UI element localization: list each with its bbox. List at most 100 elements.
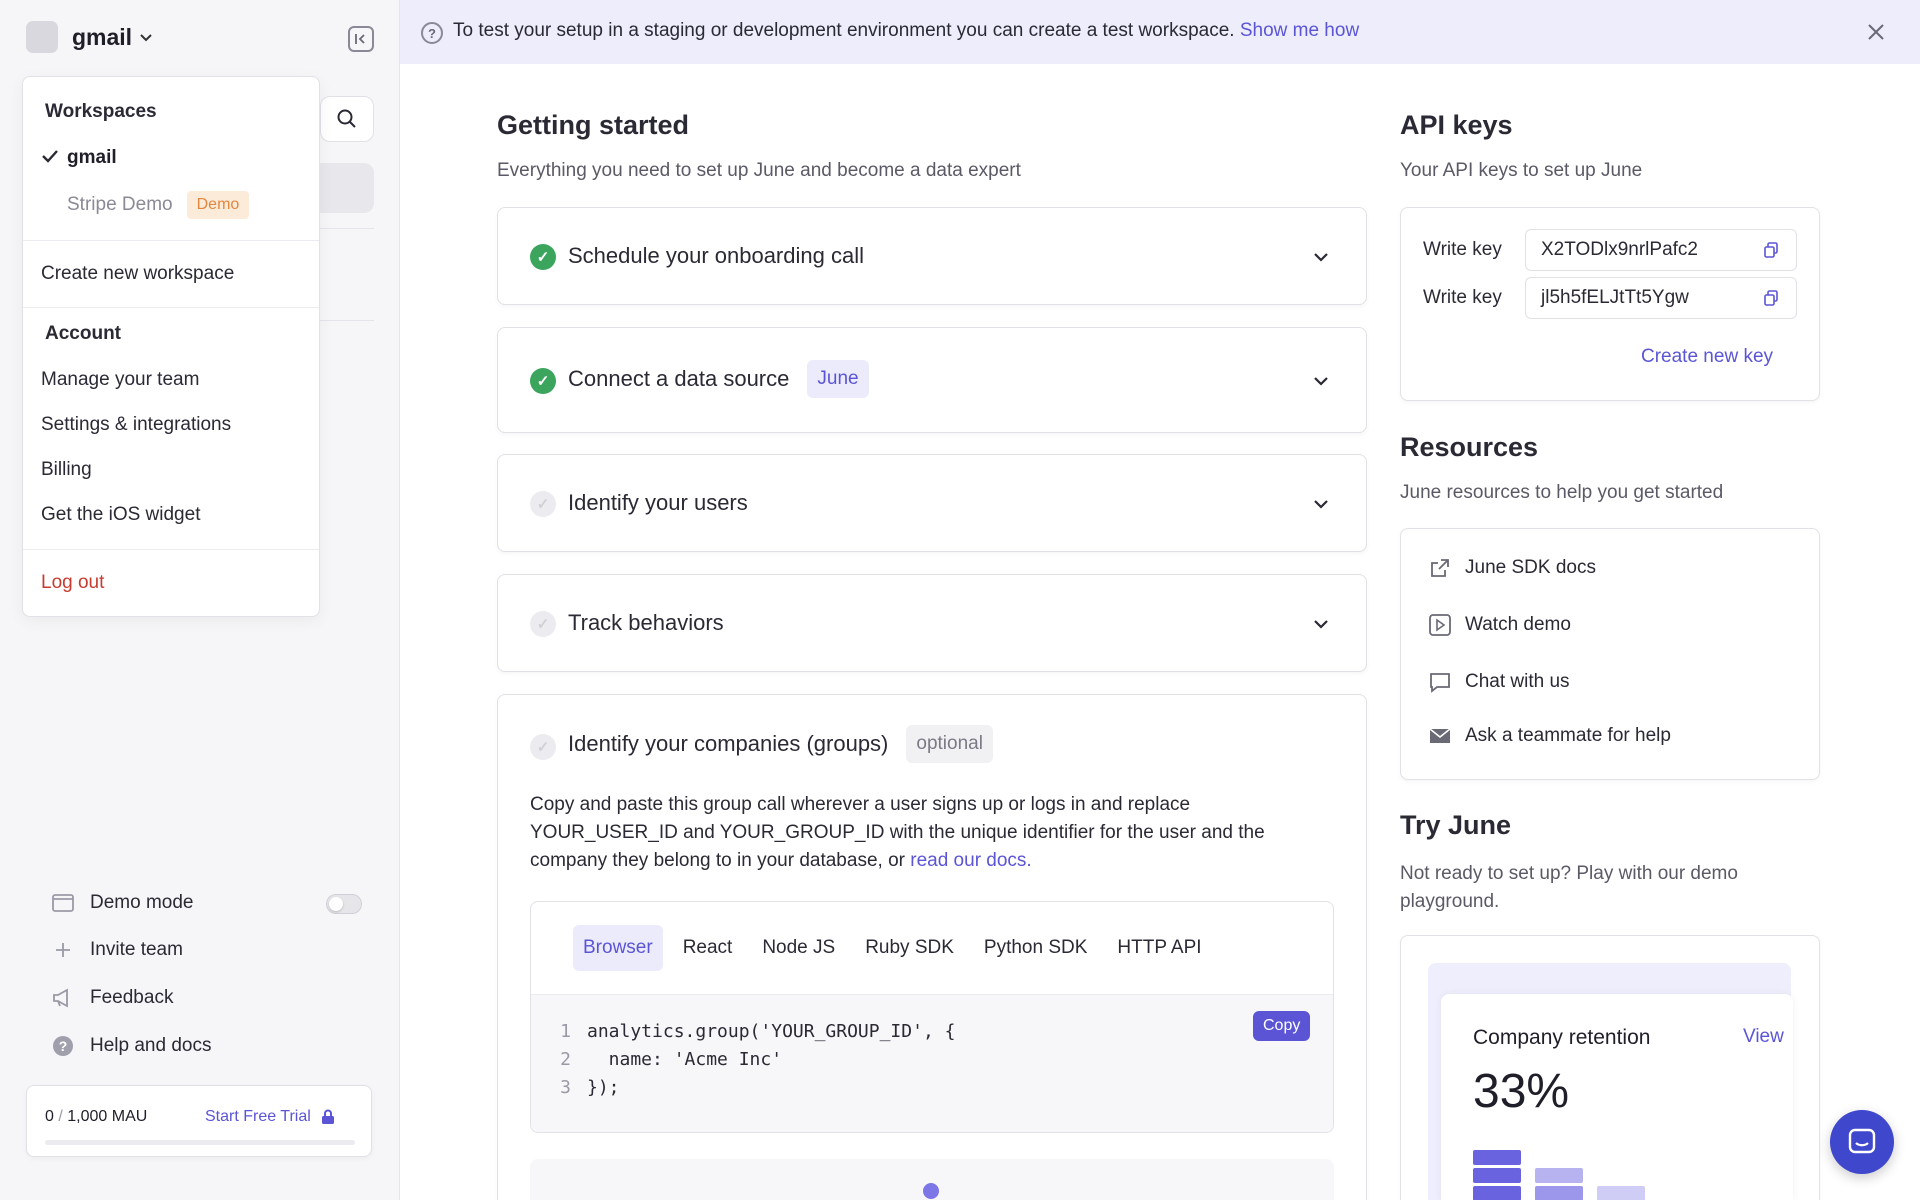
plus-icon: [52, 939, 74, 961]
mau-limit: 1,000 MAU: [67, 1108, 148, 1125]
code-snippet-box: Browser React Node JS Ruby SDK Python SD…: [530, 901, 1334, 1133]
chevron-down-icon[interactable]: [1310, 370, 1332, 392]
code-text: analytics.group('YOUR_GROUP_ID', {: [587, 1021, 956, 1042]
workspace-option-stripe-demo[interactable]: Stripe Demo Demo: [67, 191, 250, 219]
svg-text:?: ?: [59, 1038, 68, 1054]
api-keys-subtitle: Your API keys to set up June: [1400, 160, 1643, 181]
banner-message: To test your setup in a staging or devel…: [453, 20, 1359, 42]
api-key-field[interactable]: jl5h5fELJtTt5Ygw: [1525, 277, 1797, 319]
workspaces-heading: Workspaces: [45, 101, 157, 122]
check-circle-icon: ✓: [530, 244, 556, 270]
demo-mode-label: Demo mode: [90, 892, 194, 913]
resource-sdk-docs[interactable]: June SDK docs: [1429, 557, 1596, 579]
demo-mode-toggle[interactable]: [326, 894, 362, 914]
step-title[interactable]: Identify your companies (groups) optiona…: [568, 725, 993, 763]
tab-react[interactable]: React: [673, 925, 743, 971]
step-connect-data-source[interactable]: ✓ Connect a data source June: [497, 327, 1367, 433]
demo-mode-item[interactable]: Demo mode: [52, 892, 194, 914]
close-icon[interactable]: [1866, 18, 1886, 49]
resource-chat[interactable]: Chat with us: [1429, 671, 1570, 693]
check-circle-icon: ✓: [530, 368, 556, 394]
key-label: Write key: [1423, 287, 1502, 308]
api-key-field[interactable]: X2TODlx9nrlPafc2: [1525, 229, 1797, 271]
tab-python-sdk[interactable]: Python SDK: [974, 925, 1098, 971]
divider: [23, 307, 319, 308]
mau-used: 0: [45, 1108, 54, 1125]
feedback-item[interactable]: Feedback: [52, 987, 173, 1009]
check-circle-icon: ✓: [530, 611, 556, 637]
settings-integrations-item[interactable]: Settings & integrations: [41, 414, 231, 436]
retention-title: Company retention: [1473, 1026, 1651, 1049]
logout-item[interactable]: Log out: [41, 572, 104, 594]
line-number: 3: [560, 1077, 571, 1098]
line-number: 1: [560, 1021, 571, 1042]
retention-value: 33%: [1473, 1065, 1570, 1118]
step-identify-companies: ✓ Identify your companies (groups) optio…: [497, 694, 1367, 1200]
chat-icon: [1848, 1128, 1876, 1154]
retention-bar: [1473, 1150, 1521, 1200]
resource-label: Watch demo: [1465, 614, 1571, 635]
resource-watch-demo[interactable]: Watch demo: [1429, 614, 1571, 636]
show-me-how-link[interactable]: Show me how: [1240, 20, 1359, 41]
mail-icon: [1429, 725, 1451, 747]
feedback-label: Feedback: [90, 987, 174, 1008]
code-text: name: 'Acme Inc': [587, 1049, 783, 1070]
collapse-sidebar-icon[interactable]: [348, 26, 374, 52]
workspace-switcher[interactable]: gmail: [26, 20, 152, 54]
search-button[interactable]: [320, 96, 374, 142]
account-heading: Account: [45, 323, 121, 344]
chevron-down-icon[interactable]: [1310, 246, 1332, 268]
mau-separator: /: [58, 1108, 63, 1125]
demo-playground-card[interactable]: Company retention View 33%: [1400, 935, 1820, 1200]
create-workspace-item[interactable]: Create new workspace: [41, 263, 234, 285]
workspace-option-gmail[interactable]: gmail: [67, 147, 117, 169]
status-dot: [923, 1183, 939, 1199]
workspace-avatar: [26, 21, 58, 53]
check-circle-icon: ✓: [530, 734, 556, 760]
billing-item[interactable]: Billing: [41, 459, 92, 481]
code-line: 3});: [531, 1077, 1333, 1105]
step-track-behaviors[interactable]: ✓ Track behaviors: [497, 574, 1367, 672]
code-text: });: [587, 1077, 620, 1098]
divider: [23, 240, 319, 241]
manage-team-item[interactable]: Manage your team: [41, 369, 199, 391]
step-title: Connect a data source June: [568, 360, 869, 398]
play-icon: [1429, 614, 1451, 636]
chevron-down-icon[interactable]: [1310, 613, 1332, 635]
window-icon: [52, 892, 74, 914]
step-title-text: Identify your companies (groups): [568, 731, 889, 756]
try-june-title: Try June: [1400, 810, 1512, 840]
copy-icon[interactable]: [1764, 290, 1778, 312]
retention-bar: [1597, 1186, 1645, 1200]
step-identify-users[interactable]: ✓ Identify your users: [497, 454, 1367, 552]
tab-http-api[interactable]: HTTP API: [1107, 925, 1211, 971]
view-link[interactable]: View: [1743, 1026, 1784, 1048]
copy-icon[interactable]: [1764, 242, 1778, 264]
code-line: 1 analytics.group('YOUR_GROUP_ID', {: [531, 1021, 1333, 1049]
getting-started-subtitle: Everything you need to set up June and b…: [497, 160, 1021, 181]
resource-label: Chat with us: [1465, 671, 1570, 692]
tab-browser[interactable]: Browser: [573, 925, 663, 971]
external-link-icon: [1429, 557, 1451, 579]
ios-widget-item[interactable]: Get the iOS widget: [41, 504, 200, 526]
start-trial-label: Start Free Trial: [205, 1108, 311, 1125]
check-icon: [41, 147, 59, 168]
resource-label: Ask a teammate for help: [1465, 725, 1671, 746]
chevron-down-icon[interactable]: [1310, 493, 1332, 515]
api-key-value: X2TODlx9nrlPafc2: [1541, 239, 1698, 260]
start-trial-link[interactable]: Start Free Trial: [205, 1108, 335, 1126]
retention-preview: Company retention View 33%: [1441, 994, 1793, 1200]
invite-team-item[interactable]: Invite team: [52, 939, 183, 961]
help-docs-item[interactable]: ? Help and docs: [52, 1035, 211, 1057]
copy-button[interactable]: Copy: [1253, 1011, 1311, 1041]
support-chat-button[interactable]: [1830, 1110, 1894, 1174]
tab-ruby-sdk[interactable]: Ruby SDK: [855, 925, 964, 971]
getting-started-title: Getting started: [497, 110, 690, 140]
create-new-key-link[interactable]: Create new key: [1641, 346, 1773, 368]
resource-ask-teammate[interactable]: Ask a teammate for help: [1429, 725, 1671, 747]
chat-icon: [1429, 671, 1451, 693]
read-docs-link[interactable]: read our docs.: [910, 850, 1031, 871]
step-onboarding-call[interactable]: ✓ Schedule your onboarding call: [497, 207, 1367, 305]
help-icon: ?: [52, 1035, 74, 1057]
tab-node-js[interactable]: Node JS: [752, 925, 845, 971]
